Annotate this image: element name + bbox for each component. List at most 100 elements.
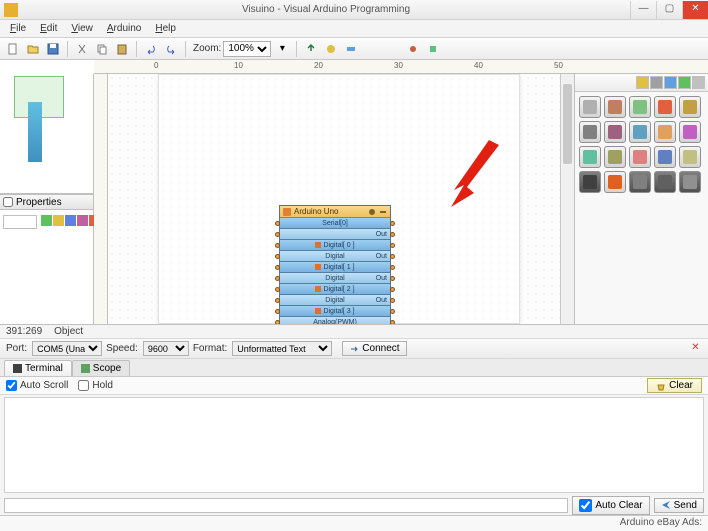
component-row[interactable]: DigitalOut: [280, 251, 390, 262]
component-header[interactable]: Arduino Uno: [280, 206, 390, 218]
cut-button[interactable]: [73, 40, 91, 58]
paste-button[interactable]: [113, 40, 131, 58]
connect-button[interactable]: Connect: [342, 341, 406, 356]
palette-item[interactable]: [654, 121, 676, 143]
component-row[interactable]: Serial[0]: [280, 218, 390, 229]
palette-item[interactable]: [604, 121, 626, 143]
send-button[interactable]: Send: [654, 498, 704, 513]
pal-tool-1[interactable]: [636, 76, 649, 89]
pin-right[interactable]: [390, 320, 395, 324]
tab-scope[interactable]: Scope: [72, 360, 130, 376]
zoom-select[interactable]: 100%: [223, 41, 271, 57]
minimize-button[interactable]: —: [630, 1, 656, 19]
prop-icon-1[interactable]: [41, 215, 52, 226]
pin-left[interactable]: [275, 254, 280, 259]
hammer-icon[interactable]: [379, 208, 387, 216]
pin-left[interactable]: [275, 276, 280, 281]
tool-c[interactable]: [404, 40, 422, 58]
upload-button[interactable]: [302, 40, 320, 58]
arduino-uno-component[interactable]: Arduino Uno Serial[0]OutDigital[ 0 ]Digi…: [279, 205, 391, 324]
design-canvas[interactable]: Arduino Uno Serial[0]OutDigital[ 0 ]Digi…: [108, 74, 560, 324]
palette-item[interactable]: [579, 121, 601, 143]
menu-arduino[interactable]: Arduino: [101, 21, 147, 36]
pin-left[interactable]: [275, 232, 280, 237]
prop-icon-2[interactable]: [53, 215, 64, 226]
component-row[interactable]: Analog(PWM): [280, 317, 390, 324]
zoom-dropdown-icon[interactable]: ▾: [273, 40, 291, 58]
pal-tool-4[interactable]: [678, 76, 691, 89]
palette-item[interactable]: [604, 96, 626, 118]
pin-left[interactable]: [275, 221, 280, 226]
pin-right[interactable]: [390, 287, 395, 292]
component-row[interactable]: DigitalOut: [280, 273, 390, 284]
undo-button[interactable]: [142, 40, 160, 58]
tool-a[interactable]: [322, 40, 340, 58]
palette-item[interactable]: [679, 146, 701, 168]
menu-help[interactable]: Help: [149, 21, 182, 36]
pal-tool-3[interactable]: [664, 76, 677, 89]
pin-right[interactable]: [390, 243, 395, 248]
save-button[interactable]: [44, 40, 62, 58]
palette-item[interactable]: [654, 171, 676, 193]
palette-item[interactable]: [654, 146, 676, 168]
component-row[interactable]: Digital[ 0 ]: [280, 240, 390, 251]
pin-right[interactable]: [390, 265, 395, 270]
palette-item[interactable]: [579, 146, 601, 168]
port-select[interactable]: COM5 (Unav: [32, 341, 102, 356]
scrollbar-thumb[interactable]: [563, 84, 572, 164]
speed-select[interactable]: 9600: [143, 341, 189, 356]
palette-item[interactable]: [654, 96, 676, 118]
tab-terminal[interactable]: Terminal: [4, 360, 72, 376]
component-row[interactable]: Out: [280, 229, 390, 240]
palette-item[interactable]: [579, 96, 601, 118]
hold-checkbox[interactable]: [78, 380, 89, 391]
component-row[interactable]: DigitalOut: [280, 295, 390, 306]
component-row[interactable]: Digital[ 3 ]: [280, 306, 390, 317]
properties-filter-input[interactable]: [3, 215, 37, 229]
autoclear-button[interactable]: Auto Clear: [572, 496, 649, 515]
maximize-button[interactable]: ▢: [656, 1, 682, 19]
palette-item[interactable]: [629, 96, 651, 118]
design-page[interactable]: Arduino Uno Serial[0]OutDigital[ 0 ]Digi…: [158, 74, 520, 324]
pal-tool-2[interactable]: [650, 76, 663, 89]
palette-item[interactable]: [679, 96, 701, 118]
menu-edit[interactable]: Edit: [34, 21, 63, 36]
pin-left[interactable]: [275, 309, 280, 314]
pin-left[interactable]: [275, 265, 280, 270]
palette-item[interactable]: [604, 171, 626, 193]
pal-tool-5[interactable]: [692, 76, 705, 89]
tool-b[interactable]: [342, 40, 360, 58]
pin-left[interactable]: [275, 287, 280, 292]
palette-item[interactable]: [629, 121, 651, 143]
pin-right[interactable]: [390, 232, 395, 237]
component-row[interactable]: Digital[ 2 ]: [280, 284, 390, 295]
redo-button[interactable]: [162, 40, 180, 58]
panel-close-icon[interactable]: ✕: [689, 342, 702, 355]
autoscroll-option[interactable]: Auto Scroll: [6, 380, 68, 391]
palette-item[interactable]: [579, 171, 601, 193]
component-row[interactable]: Digital[ 1 ]: [280, 262, 390, 273]
pin-right[interactable]: [390, 276, 395, 281]
prop-icon-4[interactable]: [77, 215, 88, 226]
menu-view[interactable]: View: [65, 21, 99, 36]
tool-d[interactable]: [424, 40, 442, 58]
pin-left[interactable]: [275, 320, 280, 324]
palette-item[interactable]: [604, 146, 626, 168]
copy-button[interactable]: [93, 40, 111, 58]
send-input[interactable]: [4, 498, 568, 513]
pin-left[interactable]: [275, 243, 280, 248]
palette-item[interactable]: [629, 146, 651, 168]
pin-right[interactable]: [390, 309, 395, 314]
prop-icon-3[interactable]: [65, 215, 76, 226]
autoscroll-checkbox[interactable]: [6, 380, 17, 391]
properties-checkbox[interactable]: [3, 197, 13, 207]
palette-item[interactable]: [629, 171, 651, 193]
minimap[interactable]: [0, 74, 93, 194]
palette-item[interactable]: [679, 171, 701, 193]
menu-file[interactable]: File: [4, 21, 32, 36]
new-button[interactable]: [4, 40, 22, 58]
pin-right[interactable]: [390, 298, 395, 303]
pin-right[interactable]: [390, 221, 395, 226]
open-button[interactable]: [24, 40, 42, 58]
terminal-output[interactable]: [4, 397, 704, 493]
